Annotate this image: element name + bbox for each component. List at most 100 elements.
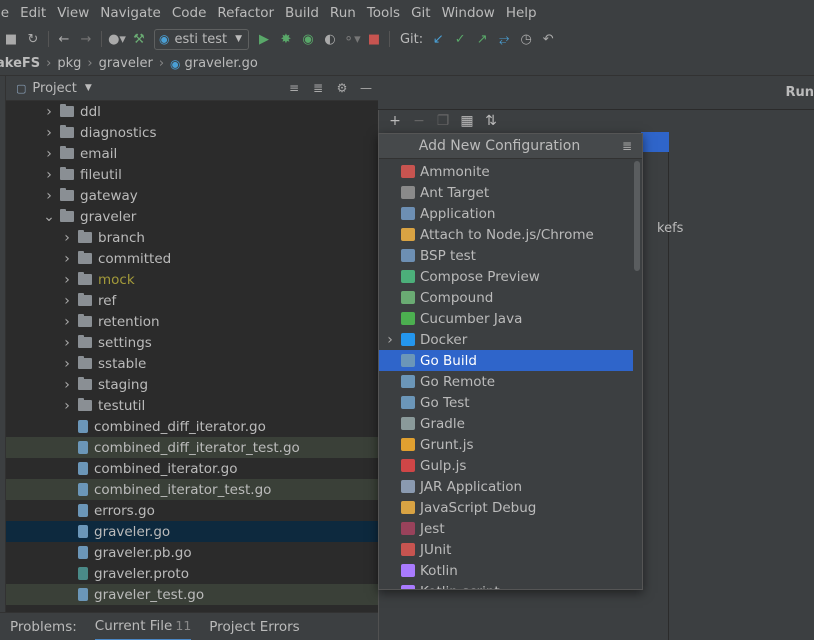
chevron-right-icon[interactable]: › xyxy=(60,377,74,393)
chevron-right-icon[interactable]: › xyxy=(60,398,74,414)
folder-add-icon[interactable]: ▦ xyxy=(455,113,479,129)
chevron-right-icon[interactable]: › xyxy=(60,335,74,351)
tree-file-row[interactable]: combined_diff_iterator_test.go xyxy=(6,437,378,458)
tree-file-row[interactable]: combined_iterator.go xyxy=(6,458,378,479)
run-icon[interactable]: ▶ xyxy=(253,28,275,50)
tree-folder-row[interactable]: › settings xyxy=(6,332,378,353)
collapse-all-icon[interactable]: ≣ xyxy=(306,81,330,95)
tree-folder-row[interactable]: › mock xyxy=(6,269,378,290)
profile-icon[interactable]: ◐ xyxy=(319,28,341,50)
popup-scrollbar[interactable] xyxy=(634,161,640,271)
git-update-icon[interactable]: ↙ xyxy=(427,28,449,50)
chevron-right-icon[interactable]: › xyxy=(42,188,56,204)
tree-folder-row[interactable]: › testutil xyxy=(6,395,378,416)
tree-folder-row[interactable]: › diagnostics xyxy=(6,122,378,143)
menu-git[interactable]: Git xyxy=(406,5,437,21)
tree-file-row[interactable]: errors.go xyxy=(6,500,378,521)
tree-file-row[interactable]: graveler.go xyxy=(6,521,378,542)
menu-view[interactable]: View xyxy=(52,5,95,21)
hide-icon[interactable]: — xyxy=(354,81,378,95)
tree-folder-row[interactable]: › staging xyxy=(6,374,378,395)
tree-file-row[interactable]: combined_iterator_test.go xyxy=(6,479,378,500)
breadcrumb-file[interactable]: graveler.go xyxy=(185,56,258,71)
configuration-type-item[interactable]: Compose Preview xyxy=(379,266,633,287)
user-icon[interactable]: ●▾ xyxy=(106,28,128,50)
menu-refactor[interactable]: Refactor xyxy=(212,5,280,21)
configuration-type-item[interactable]: JavaScript Debug xyxy=(379,497,633,518)
tree-folder-row[interactable]: › fileutil xyxy=(6,164,378,185)
configuration-type-item[interactable]: Kotlin xyxy=(379,560,633,581)
menu-run[interactable]: Run xyxy=(325,5,362,21)
menu-window[interactable]: Window xyxy=(437,5,501,21)
configuration-type-item[interactable]: Compound xyxy=(379,287,633,308)
sync-icon[interactable]: ↻ xyxy=(22,28,44,50)
breadcrumb-graveler[interactable]: graveler xyxy=(99,56,153,71)
breadcrumb-project[interactable]: akeFS xyxy=(0,56,40,71)
tab-current-file[interactable]: Current File 11 xyxy=(94,613,192,640)
tree-file-row[interactable]: graveler.proto xyxy=(6,563,378,584)
tree-folder-row[interactable]: ⌄ graveler xyxy=(6,206,378,227)
breadcrumb-pkg[interactable]: pkg xyxy=(57,56,81,71)
configuration-type-item[interactable]: JAR Application xyxy=(379,476,633,497)
tree-folder-row[interactable]: › ddl xyxy=(6,101,378,122)
tree-folder-row[interactable]: › branch xyxy=(6,227,378,248)
menu-file[interactable]: le xyxy=(0,5,15,21)
selected-configuration-row[interactable] xyxy=(641,132,669,152)
add-icon[interactable]: + xyxy=(383,113,407,129)
git-rollback-icon[interactable]: ↶ xyxy=(537,28,559,50)
forward-icon[interactable]: → xyxy=(75,28,97,50)
debug-icon[interactable]: ✸ xyxy=(275,28,297,50)
save-icon[interactable]: ■ xyxy=(0,28,22,50)
chevron-right-icon[interactable]: › xyxy=(60,251,74,267)
tree-file-row[interactable]: graveler_test.go xyxy=(6,584,378,605)
menu-navigate[interactable]: Navigate xyxy=(95,5,167,21)
menu-help[interactable]: Help xyxy=(501,5,543,21)
configuration-type-item[interactable]: Application xyxy=(379,203,633,224)
copy-icon[interactable]: ❐ xyxy=(431,113,455,129)
configuration-type-item[interactable]: Gradle xyxy=(379,413,633,434)
git-history-icon[interactable]: ◷ xyxy=(515,28,537,50)
chevron-right-icon[interactable]: › xyxy=(42,167,56,183)
chevron-right-icon[interactable]: › xyxy=(379,332,401,348)
tree-folder-row[interactable]: › email xyxy=(6,143,378,164)
menu-code[interactable]: Code xyxy=(167,5,213,21)
chevron-down-icon[interactable]: ⌄ xyxy=(42,209,56,225)
coverage-icon[interactable]: ◉ xyxy=(297,28,319,50)
configuration-type-item[interactable]: Attach to Node.js/Chrome xyxy=(379,224,633,245)
run-config-selector[interactable]: ◉ esti test ▼ xyxy=(154,28,249,50)
more-run-icon[interactable]: ⚬▾ xyxy=(341,28,363,50)
build-hammer-icon[interactable]: ⚒ xyxy=(128,28,150,50)
chevron-right-icon[interactable]: › xyxy=(60,293,74,309)
configuration-type-item[interactable]: Ant Target xyxy=(379,182,633,203)
project-view-selector[interactable]: ▢ Project ▼ xyxy=(16,81,92,96)
back-icon[interactable]: ← xyxy=(53,28,75,50)
configuration-type-item[interactable]: Go Build xyxy=(379,350,633,371)
tree-folder-row[interactable]: › sstable xyxy=(6,353,378,374)
stop-icon[interactable]: ■ xyxy=(363,28,385,50)
menu-build[interactable]: Build xyxy=(280,5,325,21)
collapse-icon[interactable]: ≣ xyxy=(622,139,632,153)
configuration-type-item[interactable]: BSP test xyxy=(379,245,633,266)
tree-folder-row[interactable]: › retention xyxy=(6,311,378,332)
configuration-type-item[interactable]: › Docker xyxy=(379,329,633,350)
configuration-type-item[interactable]: Cucumber Java xyxy=(379,308,633,329)
sort-icon[interactable]: ⇅ xyxy=(479,113,503,129)
chevron-right-icon[interactable]: › xyxy=(60,272,74,288)
menu-tools[interactable]: Tools xyxy=(362,5,406,21)
tree-file-row[interactable]: graveler.pb.go xyxy=(6,542,378,563)
chevron-right-icon[interactable]: › xyxy=(60,356,74,372)
tree-file-row[interactable]: combined_diff_iterator.go xyxy=(6,416,378,437)
chevron-right-icon[interactable]: › xyxy=(42,125,56,141)
chevron-right-icon[interactable]: › xyxy=(42,146,56,162)
configuration-type-item[interactable]: Go Remote xyxy=(379,371,633,392)
chevron-right-icon[interactable]: › xyxy=(60,314,74,330)
git-commit-icon[interactable]: ✓ xyxy=(449,28,471,50)
git-merge-icon[interactable]: ⥂ xyxy=(493,28,515,50)
configuration-type-item[interactable]: Ammonite xyxy=(379,161,633,182)
remove-icon[interactable]: − xyxy=(407,113,431,129)
configuration-type-item[interactable]: JUnit xyxy=(379,539,633,560)
tree-folder-row[interactable]: › ref xyxy=(6,290,378,311)
tree-folder-row[interactable]: › committed xyxy=(6,248,378,269)
configuration-type-item[interactable]: Jest xyxy=(379,518,633,539)
gear-icon[interactable]: ⚙ xyxy=(330,81,354,95)
